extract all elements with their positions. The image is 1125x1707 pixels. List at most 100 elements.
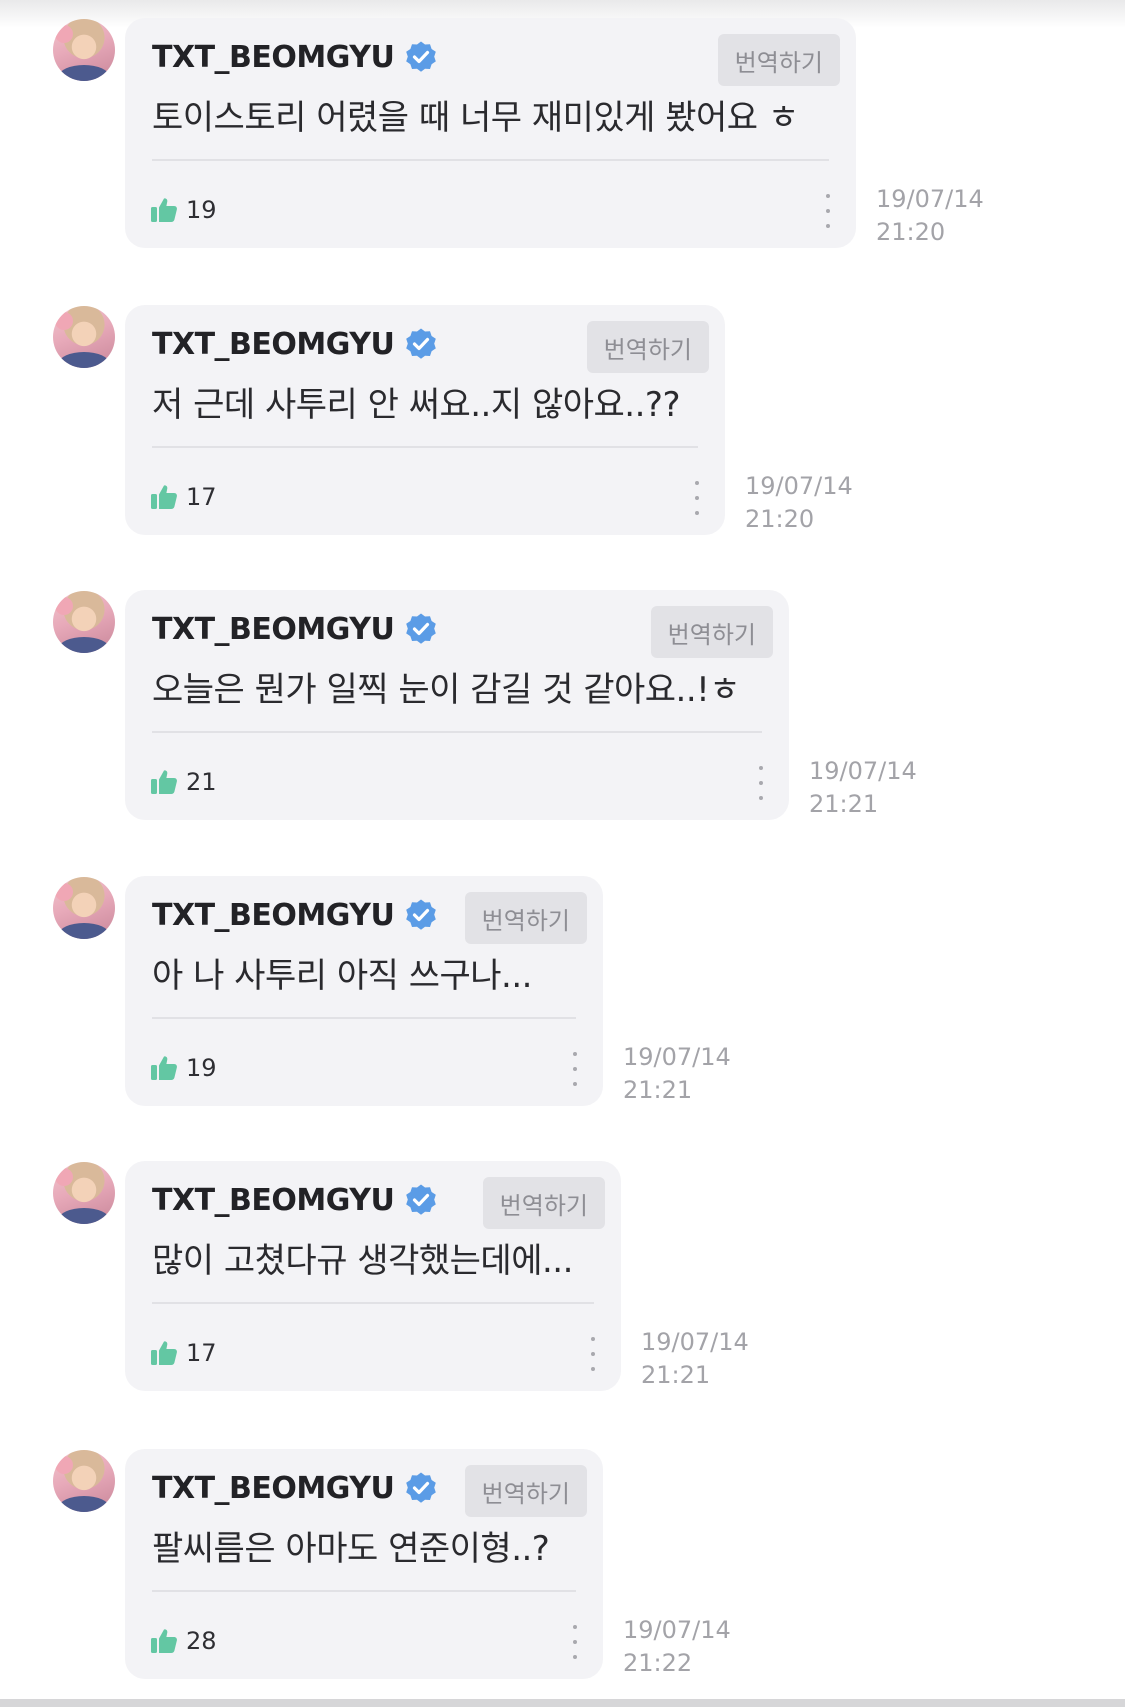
more-options-button[interactable] [689,481,705,515]
translate-button[interactable]: 번역하기 [464,892,587,944]
username-row: TXT_BEOMGYU [152,36,438,78]
vertical-ellipsis-icon [591,1352,595,1356]
comment-bubble: TXT_BEOMGYU 번역하기 많이 고쳤다규 생각했는데에... 17 [125,1161,621,1391]
translate-button[interactable]: 번역하기 [482,1177,605,1229]
verified-badge-icon [406,613,437,644]
vertical-ellipsis-icon [759,796,763,800]
comment-item: TXT_BEOMGYU 번역하기 토이스토리 어렸을 때 너무 재미있게 봤어요… [0,18,1125,254]
username[interactable]: TXT_BEOMGYU [152,1471,395,1506]
timestamp-time: 21:22 [623,1649,693,1677]
comment-item: TXT_BEOMGYU 번역하기 아 나 사투리 아직 쓰구나... 19 19… [0,876,1125,1112]
comment-text: 토이스토리 어렸을 때 너무 재미있게 봤어요 ㅎ [152,98,799,138]
timestamp-date: 19/07/14 [809,757,917,785]
more-options-button[interactable] [753,766,769,800]
username-row: TXT_BEOMGYU [152,323,438,365]
username[interactable]: TXT_BEOMGYU [152,612,395,647]
translate-button[interactable]: 번역하기 [717,34,840,86]
username[interactable]: TXT_BEOMGYU [152,327,395,362]
comment-item: TXT_BEOMGYU 번역하기 팔씨름은 아마도 연준이형..? 28 19/… [0,1449,1125,1685]
divider [152,159,829,161]
divider [152,1590,576,1592]
avatar[interactable] [53,877,115,939]
avatar[interactable] [53,19,115,81]
timestamp-time: 21:20 [745,505,815,533]
translate-button[interactable]: 번역하기 [650,606,773,658]
timestamp: 19/07/14 21:20 [876,183,984,249]
username-row: TXT_BEOMGYU [152,1467,438,1509]
timestamp-time: 21:21 [641,1361,711,1389]
vertical-ellipsis-icon [573,1655,577,1659]
comment-text: 오늘은 뭔가 일찍 눈이 감길 것 같아요..!ㅎ [152,670,741,710]
like-button[interactable]: 28 [150,1621,217,1661]
verified-badge-icon [406,899,437,930]
like-count: 17 [186,483,217,511]
verified-badge-icon [406,328,437,359]
more-options-button[interactable] [585,1337,601,1371]
thumbs-up-icon [151,1056,177,1080]
vertical-ellipsis-icon [695,511,699,515]
timestamp-date: 19/07/14 [623,1043,731,1071]
username-row: TXT_BEOMGYU [152,1179,438,1221]
vertical-ellipsis-icon [695,496,699,500]
comment-bubble: TXT_BEOMGYU 번역하기 팔씨름은 아마도 연준이형..? 28 [125,1449,603,1679]
divider [152,731,762,733]
translate-button[interactable]: 번역하기 [464,1465,587,1517]
verified-badge-icon [406,1184,437,1215]
comment-item: TXT_BEOMGYU 번역하기 오늘은 뭔가 일찍 눈이 감길 것 같아요..… [0,590,1125,826]
timestamp: 19/07/14 21:20 [745,470,853,536]
like-button[interactable]: 17 [150,1333,217,1373]
bottom-edge-bar [0,1699,1125,1707]
like-button[interactable]: 17 [150,477,217,517]
comment-text: 아 나 사투리 아직 쓰구나... [152,956,532,996]
vertical-ellipsis-icon [573,1082,577,1086]
timestamp: 19/07/14 21:21 [623,1041,731,1107]
timestamp-date: 19/07/14 [623,1616,731,1644]
like-button[interactable]: 19 [150,1048,217,1088]
like-button[interactable]: 21 [150,762,217,802]
thumbs-up-icon [151,485,177,509]
username-row: TXT_BEOMGYU [152,894,438,936]
timestamp: 19/07/14 21:21 [809,755,917,821]
vertical-ellipsis-icon [695,481,699,485]
vertical-ellipsis-icon [591,1367,595,1371]
divider [152,1302,594,1304]
vertical-ellipsis-icon [759,766,763,770]
divider [152,446,698,448]
like-count: 19 [186,196,217,224]
username-row: TXT_BEOMGYU [152,608,438,650]
username[interactable]: TXT_BEOMGYU [152,1183,395,1218]
avatar[interactable] [53,1162,115,1224]
divider [152,1017,576,1019]
vertical-ellipsis-icon [573,1625,577,1629]
vertical-ellipsis-icon [826,209,830,213]
comment-bubble: TXT_BEOMGYU 번역하기 아 나 사투리 아직 쓰구나... 19 [125,876,603,1106]
vertical-ellipsis-icon [759,781,763,785]
more-options-button[interactable] [567,1625,583,1659]
more-options-button[interactable] [567,1052,583,1086]
avatar[interactable] [53,1450,115,1512]
timestamp-date: 19/07/14 [876,185,984,213]
more-options-button[interactable] [820,194,836,228]
thumbs-up-icon [151,198,177,222]
username[interactable]: TXT_BEOMGYU [152,40,395,75]
timestamp-time: 21:21 [809,790,879,818]
avatar[interactable] [53,591,115,653]
thumbs-up-icon [151,1341,177,1365]
thumbs-up-icon [151,1629,177,1653]
timestamp: 19/07/14 21:22 [623,1614,731,1680]
username[interactable]: TXT_BEOMGYU [152,898,395,933]
verified-badge-icon [406,1472,437,1503]
thumbs-up-icon [151,770,177,794]
like-count: 21 [186,768,217,796]
timestamp-date: 19/07/14 [745,472,853,500]
like-count: 17 [186,1339,217,1367]
avatar[interactable] [53,306,115,368]
comment-text: 저 근데 사투리 안 써요..지 않아요..?? [152,385,681,425]
comment-item: TXT_BEOMGYU 번역하기 많이 고쳤다규 생각했는데에... 17 19… [0,1161,1125,1397]
translate-button[interactable]: 번역하기 [586,321,709,373]
vertical-ellipsis-icon [573,1640,577,1644]
vertical-ellipsis-icon [573,1052,577,1056]
like-button[interactable]: 19 [150,190,217,230]
comment-item: TXT_BEOMGYU 번역하기 저 근데 사투리 안 써요..지 않아요..?… [0,305,1125,541]
timestamp-date: 19/07/14 [641,1328,749,1356]
